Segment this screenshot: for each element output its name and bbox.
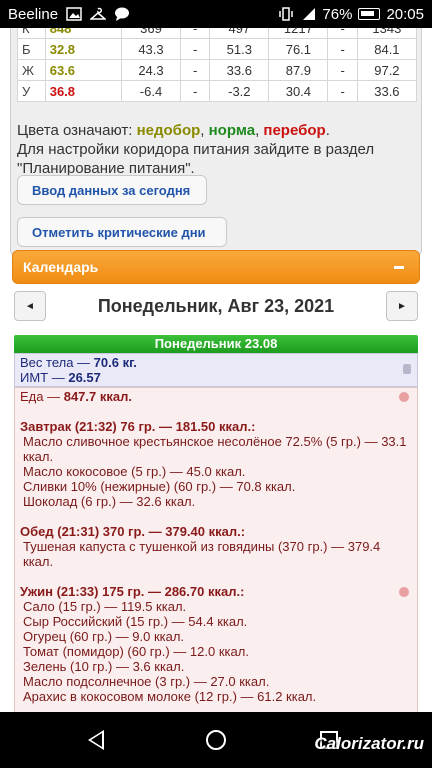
norms-cell: Ж — [17, 59, 46, 81]
norms-cell: 848 — [44, 28, 123, 39]
norms-cell: - — [180, 59, 210, 81]
norms-cell: 63.6 — [44, 59, 123, 81]
norms-cell: 369 — [121, 28, 181, 39]
calendar-title: Календарь — [23, 259, 99, 275]
status-bar: Beeline 76% 20:05 — [0, 0, 432, 28]
norms-cell: -3.2 — [209, 80, 270, 102]
norms-cell: - — [180, 28, 210, 39]
food-total: 847.7 ккал. — [63, 389, 132, 404]
home-icon[interactable] — [206, 730, 226, 750]
colors-legend: Цвета означают: недобор, норма, перебор.… — [17, 121, 417, 178]
food-item: Сало (15 гр.) — 119.5 ккал. — [23, 599, 187, 614]
clock: 20:05 — [386, 5, 424, 23]
food-item: Томат (помидор) (60 гр.) — 12.0 ккал. — [23, 644, 249, 659]
food-item: Огурец (60 гр.) — 9.0 ккал. — [23, 629, 185, 644]
norms-row: Ж 63.6 24.3-33.6 87.9-97.2 — [17, 59, 418, 81]
norms-cell: 36.8 — [44, 80, 123, 102]
apple-icon[interactable] — [399, 392, 409, 402]
food-log[interactable]: Еда — 847.7 ккал. Завтрак (21:32) 76 гр.… — [14, 387, 418, 712]
food-item: Сливки 10% (нежирные) (60 гр.) — 70.8 кк… — [23, 479, 296, 494]
food-item: Шоколад (6 гр.) — 32.6 ккал. — [23, 494, 196, 509]
norms-cell: 32.8 — [44, 38, 123, 60]
bmi-value: 26.57 — [68, 370, 101, 385]
norms-cell: 51.3 — [209, 38, 270, 60]
chat-icon — [114, 7, 130, 21]
signal-icon — [300, 7, 316, 21]
norms-table: К 848 369-497 1217-1343 Б 32.8 43.3-51.3 76.1-8… — [17, 28, 418, 102]
calendar-header[interactable]: Календарь — [12, 250, 420, 284]
next-day-button[interactable]: ► — [386, 291, 418, 321]
vibrate-icon — [278, 7, 294, 21]
norms-cell: 87.9 — [268, 59, 329, 81]
planning-hint: Для настройки коридора питания зайдите в… — [17, 141, 375, 177]
norms-cell: 33.6 — [356, 80, 418, 102]
battery-icon — [358, 8, 381, 20]
food-item: Арахис в кокосовом молоке (12 гр.) — 61.… — [23, 689, 317, 704]
weight-value: 70.6 кг. — [93, 355, 137, 370]
battery-percent: 76% — [322, 5, 353, 23]
norms-cell: 43.3 — [121, 38, 181, 60]
food-item: ккал. — [23, 554, 54, 569]
mark-critical-days-button[interactable]: Отметить критические дни — [17, 217, 227, 247]
norms-row: К 848 369-497 1217-1343 — [17, 28, 418, 39]
meal-title[interactable]: Ужин (21:33) 175 гр. — 286.70 ккал.: — [20, 584, 412, 599]
food-item: Масло кокосовое (5 гр.) — 45.0 ккал. — [23, 464, 246, 479]
food-item: ккал. — [23, 449, 54, 464]
norms-cell: 1343 — [356, 28, 418, 39]
legend-over: перебор — [263, 122, 326, 139]
gallery-icon — [66, 7, 82, 21]
norms-cell: - — [180, 80, 210, 102]
meal-title[interactable]: Обед (21:31) 370 гр. — 379.40 ккал.: — [20, 524, 412, 539]
norms-cell: К — [17, 28, 46, 39]
meal-title[interactable]: Завтрак (21:32) 76 гр. — 181.50 ккал.: — [20, 419, 412, 434]
norms-cell: 76.1 — [268, 38, 329, 60]
legend-norm: норма — [208, 122, 256, 139]
norms-cell: -6.4 — [121, 80, 181, 102]
legend-under: недобор — [136, 122, 201, 139]
norms-cell: 84.1 — [356, 38, 418, 60]
scale-icon[interactable] — [403, 364, 411, 374]
norms-cell: 497 — [209, 28, 270, 39]
food-item: Тушеная капуста с тушенкой из говядины (… — [23, 539, 381, 554]
watermark: Calorizator.ru — [314, 734, 424, 753]
back-icon[interactable] — [88, 730, 104, 750]
norms-cell: - — [327, 80, 358, 102]
norms-cell: 30.4 — [268, 80, 329, 102]
norms-cell: 97.2 — [356, 59, 418, 81]
norms-cell: - — [327, 38, 358, 60]
carrier-label: Beeline — [8, 5, 59, 23]
norms-cell: 33.6 — [209, 59, 270, 81]
norms-cell: - — [180, 38, 210, 60]
food-item: Зелень (10 гр.) — 3.6 ккал. — [23, 659, 185, 674]
prev-day-button[interactable]: ◄ — [14, 291, 46, 321]
system-nav-bar: Calorizator.ru — [0, 712, 432, 768]
page-content: К 848 369-497 1217-1343 Б 32.8 43.3-51.3 76.1-8… — [0, 28, 432, 712]
norms-cell: 1217 — [268, 28, 329, 39]
norms-cell: У — [17, 80, 46, 102]
norms-panel: К 848 369-497 1217-1343 Б 32.8 43.3-51.3 76.1-8… — [10, 28, 422, 256]
norms-row: У 36.8 -6.4- -3.2 30.4-33.6 — [17, 80, 418, 102]
norms-cell: 24.3 — [121, 59, 181, 81]
hanger-icon — [89, 7, 108, 21]
norms-row: Б 32.8 43.3-51.3 76.1-84.1 — [17, 38, 418, 60]
date-title: Понедельник, Авг 23, 2021 — [97, 296, 335, 316]
food-item: Масло подсолнечное (3 гр.) — 27.0 ккал. — [23, 674, 270, 689]
collapse-icon[interactable] — [389, 257, 409, 277]
food-item: Сыр Российский (15 гр.) — 54.4 ккал. — [23, 614, 248, 629]
body-stats[interactable]: Вес тела — 70.6 кг. ИМТ — 26.57 — [14, 353, 418, 387]
norms-cell: - — [327, 28, 358, 39]
food-item: Масло сливочное крестьянское несолёное 7… — [23, 434, 407, 449]
norms-cell: Б — [17, 38, 46, 60]
norms-cell: - — [327, 59, 358, 81]
day-bar: Понедельник 23.08 — [14, 335, 418, 353]
apple-icon[interactable] — [399, 587, 409, 597]
enter-today-button[interactable]: Ввод данных за сегодня — [17, 175, 207, 205]
